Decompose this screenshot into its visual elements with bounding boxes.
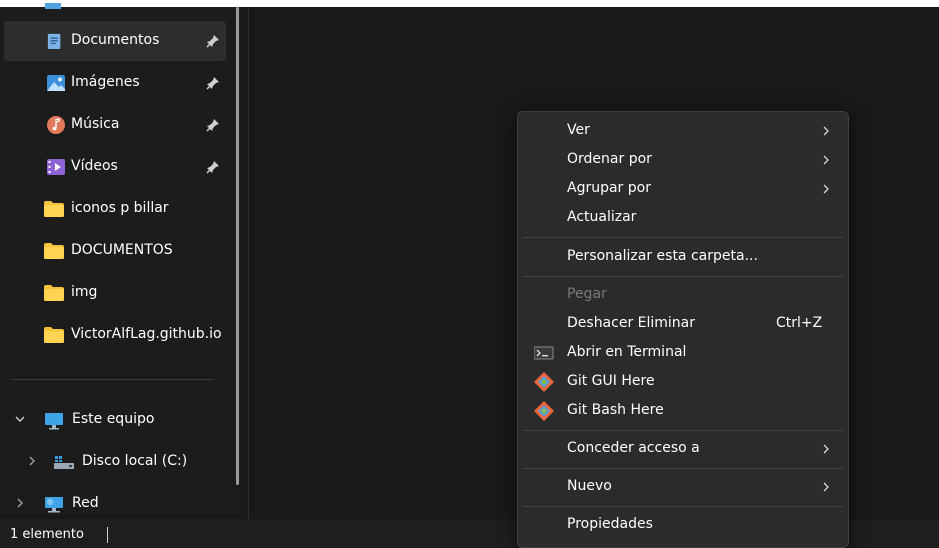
sidebar-item-musica[interactable]: Música bbox=[4, 105, 226, 145]
menu-item-label: Nuevo bbox=[567, 478, 612, 494]
chevron-right-icon[interactable] bbox=[14, 497, 26, 509]
pin-icon[interactable] bbox=[206, 160, 220, 174]
music-folder-icon bbox=[47, 116, 65, 134]
sidebar-item-label: VictorAlfLag.github.io bbox=[71, 326, 222, 342]
menu-separator bbox=[523, 276, 843, 277]
menu-item-nuevo[interactable]: Nuevo bbox=[522, 473, 844, 501]
sidebar-item-documentos[interactable]: Documentos bbox=[4, 21, 226, 61]
tree-item-este-equipo[interactable]: Este equipo bbox=[4, 404, 226, 438]
menu-item-personalizar[interactable]: Personalizar esta carpeta... bbox=[522, 243, 844, 271]
terminal-icon bbox=[534, 346, 554, 360]
menu-separator bbox=[523, 430, 843, 431]
menu-item-shortcut: Ctrl+Z bbox=[776, 315, 823, 331]
sidebar-item-label: Vídeos bbox=[71, 158, 118, 174]
folder-icon bbox=[44, 327, 64, 343]
videos-folder-icon bbox=[47, 159, 65, 175]
documents-folder-icon bbox=[47, 33, 61, 49]
sidebar-item-victoralflag-github-io[interactable]: VictorAlfLag.github.io bbox=[4, 315, 226, 355]
network-icon bbox=[45, 497, 63, 513]
menu-item-label: Abrir en Terminal bbox=[567, 344, 687, 360]
sidebar-item-iconos-p-billar[interactable]: iconos p billar bbox=[4, 189, 226, 229]
pin-icon[interactable] bbox=[206, 76, 220, 90]
tree-item-label: Red bbox=[72, 495, 99, 511]
tree-item-disco-local[interactable]: Disco local (C:) bbox=[4, 446, 226, 480]
partial-sidebar-item bbox=[44, 1, 62, 11]
menu-item-propiedades[interactable]: Propiedades bbox=[522, 511, 844, 539]
tree-item-label: Disco local (C:) bbox=[82, 453, 188, 469]
pin-icon[interactable] bbox=[206, 118, 220, 132]
menu-item-actualizar[interactable]: Actualizar bbox=[522, 204, 844, 232]
chevron-right-icon bbox=[823, 184, 829, 194]
chevron-right-icon bbox=[823, 126, 829, 136]
menu-item-label: Conceder acceso a bbox=[567, 440, 700, 456]
this-pc-icon bbox=[45, 413, 63, 430]
sidebar-item-label: Música bbox=[71, 116, 120, 132]
sidebar-divider bbox=[12, 379, 214, 380]
menu-item-label: Git GUI Here bbox=[567, 373, 655, 389]
menu-item-label: Agrupar por bbox=[567, 180, 651, 196]
chevron-right-icon bbox=[823, 482, 829, 492]
menu-item-label: Pegar bbox=[567, 286, 607, 302]
folder-icon bbox=[44, 201, 64, 217]
item-count: 1 elemento bbox=[10, 527, 84, 542]
sidebar-item-documentos-folder[interactable]: DOCUMENTOS bbox=[4, 231, 226, 271]
sidebar-item-img[interactable]: img bbox=[4, 273, 226, 313]
sidebar-item-label: Documentos bbox=[71, 32, 160, 48]
folder-icon bbox=[44, 243, 64, 259]
sidebar-item-label: Imágenes bbox=[71, 74, 140, 90]
menu-item-label: Ordenar por bbox=[567, 151, 652, 167]
menu-item-label: Deshacer Eliminar bbox=[567, 315, 696, 331]
sidebar-item-label: DOCUMENTOS bbox=[71, 242, 173, 258]
menu-item-agrupar-por[interactable]: Agrupar por bbox=[522, 175, 844, 203]
menu-item-pegar: Pegar bbox=[522, 281, 844, 309]
menu-item-label: Ver bbox=[567, 122, 590, 138]
sidebar-item-videos[interactable]: Vídeos bbox=[4, 147, 226, 187]
chevron-down-icon[interactable] bbox=[14, 413, 26, 425]
menu-separator bbox=[523, 468, 843, 469]
sidebar-item-label: iconos p billar bbox=[71, 200, 169, 216]
status-separator bbox=[107, 527, 108, 543]
menu-item-deshacer-eliminar[interactable]: Deshacer Eliminar Ctrl+Z bbox=[522, 310, 844, 338]
folder-icon bbox=[45, 3, 61, 9]
sidebar-scrollbar[interactable] bbox=[236, 7, 239, 485]
menu-item-label: Personalizar esta carpeta... bbox=[567, 248, 758, 264]
folder-icon bbox=[44, 285, 64, 301]
menu-separator bbox=[523, 237, 843, 238]
menu-item-git-gui-here[interactable]: Git GUI Here bbox=[522, 368, 844, 396]
chevron-right-icon[interactable] bbox=[26, 455, 38, 467]
tree-item-label: Este equipo bbox=[72, 411, 155, 427]
git-icon bbox=[534, 372, 554, 392]
menu-item-abrir-en-terminal[interactable]: Abrir en Terminal bbox=[522, 339, 844, 367]
pin-icon[interactable] bbox=[206, 34, 220, 48]
menu-item-label: Propiedades bbox=[567, 516, 653, 532]
menu-item-label: Actualizar bbox=[567, 209, 637, 225]
menu-item-ver[interactable]: Ver bbox=[522, 117, 844, 145]
tree-item-red[interactable]: Red bbox=[4, 488, 226, 522]
sidebar-item-label: img bbox=[71, 284, 98, 300]
chevron-right-icon bbox=[823, 155, 829, 165]
menu-separator bbox=[523, 506, 843, 507]
git-icon bbox=[534, 401, 554, 421]
sidebar-item-imagenes[interactable]: Imágenes bbox=[4, 63, 226, 103]
menu-item-git-bash-here[interactable]: Git Bash Here bbox=[522, 397, 844, 425]
menu-item-label: Git Bash Here bbox=[567, 402, 664, 418]
chevron-right-icon bbox=[823, 444, 829, 454]
menu-item-conceder-acceso[interactable]: Conceder acceso a bbox=[522, 435, 844, 463]
navigation-pane: Documentos Imágenes Música Vídeos iconos… bbox=[0, 3, 240, 515]
menu-item-ordenar-por[interactable]: Ordenar por bbox=[522, 146, 844, 174]
local-disk-icon bbox=[54, 456, 74, 469]
pictures-folder-icon bbox=[47, 75, 65, 91]
context-menu: Ver Ordenar por Agrupar por Actualizar P… bbox=[517, 111, 849, 548]
